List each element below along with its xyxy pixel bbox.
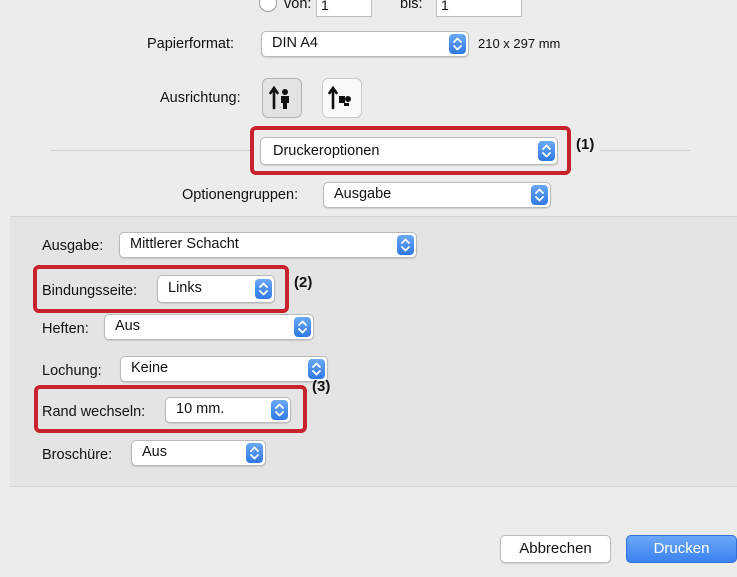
punch-label: Lochung: — [42, 363, 102, 379]
highlight-box-1 — [250, 126, 571, 175]
range-radio[interactable] — [259, 0, 277, 12]
callout-1: (1) — [576, 136, 595, 153]
paper-format-value: DIN A4 — [272, 35, 318, 51]
callout-3: (3) — [312, 378, 331, 395]
option-groups-select[interactable]: Ausgabe — [323, 182, 551, 208]
output-label: Ausgabe: — [42, 238, 104, 254]
paper-size-text: 210 x 297 mm — [478, 36, 561, 51]
booklet-value: Aus — [142, 444, 167, 460]
from-value: 1 — [321, 0, 329, 13]
highlight-box-2 — [33, 265, 289, 313]
punch-value: Keine — [131, 360, 169, 376]
callout-2: (2) — [294, 274, 313, 291]
highlight-box-3 — [34, 385, 307, 433]
chevron-updown-icon — [294, 317, 311, 337]
from-label: von: — [284, 0, 312, 12]
option-groups-label: Optionengruppen: — [182, 187, 299, 203]
orientation-label: Ausrichtung: — [160, 90, 241, 106]
output-value: Mittlerer Schacht — [130, 236, 239, 252]
option-groups-value: Ausgabe — [334, 186, 392, 202]
to-label: bis: — [400, 0, 423, 12]
booklet-select[interactable]: Aus — [131, 440, 266, 466]
chevron-updown-icon — [308, 359, 325, 379]
to-value: 1 — [441, 0, 449, 13]
chevron-updown-icon — [449, 34, 466, 54]
portrait-orientation-button[interactable] — [262, 78, 302, 118]
from-field[interactable]: 1 — [316, 0, 372, 17]
chevron-updown-icon — [397, 235, 414, 255]
chevron-updown-icon — [246, 443, 263, 463]
punch-select[interactable]: Keine — [120, 356, 328, 382]
separator-left — [50, 150, 250, 151]
portrait-icon — [269, 85, 289, 110]
booklet-label: Broschüre: — [42, 447, 113, 463]
print-button[interactable]: Drucken — [626, 535, 737, 563]
chevron-updown-icon — [531, 185, 548, 205]
to-field[interactable]: 1 — [436, 0, 522, 17]
paper-format-label: Papierformat: — [147, 36, 235, 52]
landscape-orientation-button[interactable] — [322, 78, 362, 118]
output-select[interactable]: Mittlerer Schacht — [119, 232, 417, 258]
staple-select[interactable]: Aus — [104, 314, 314, 340]
paper-format-select[interactable]: DIN A4 — [261, 31, 469, 57]
staple-label: Heften: — [42, 321, 89, 337]
cancel-button[interactable]: Abbrechen — [500, 535, 611, 563]
landscape-icon — [328, 85, 351, 110]
separator-right — [600, 150, 690, 151]
staple-value: Aus — [115, 318, 140, 334]
